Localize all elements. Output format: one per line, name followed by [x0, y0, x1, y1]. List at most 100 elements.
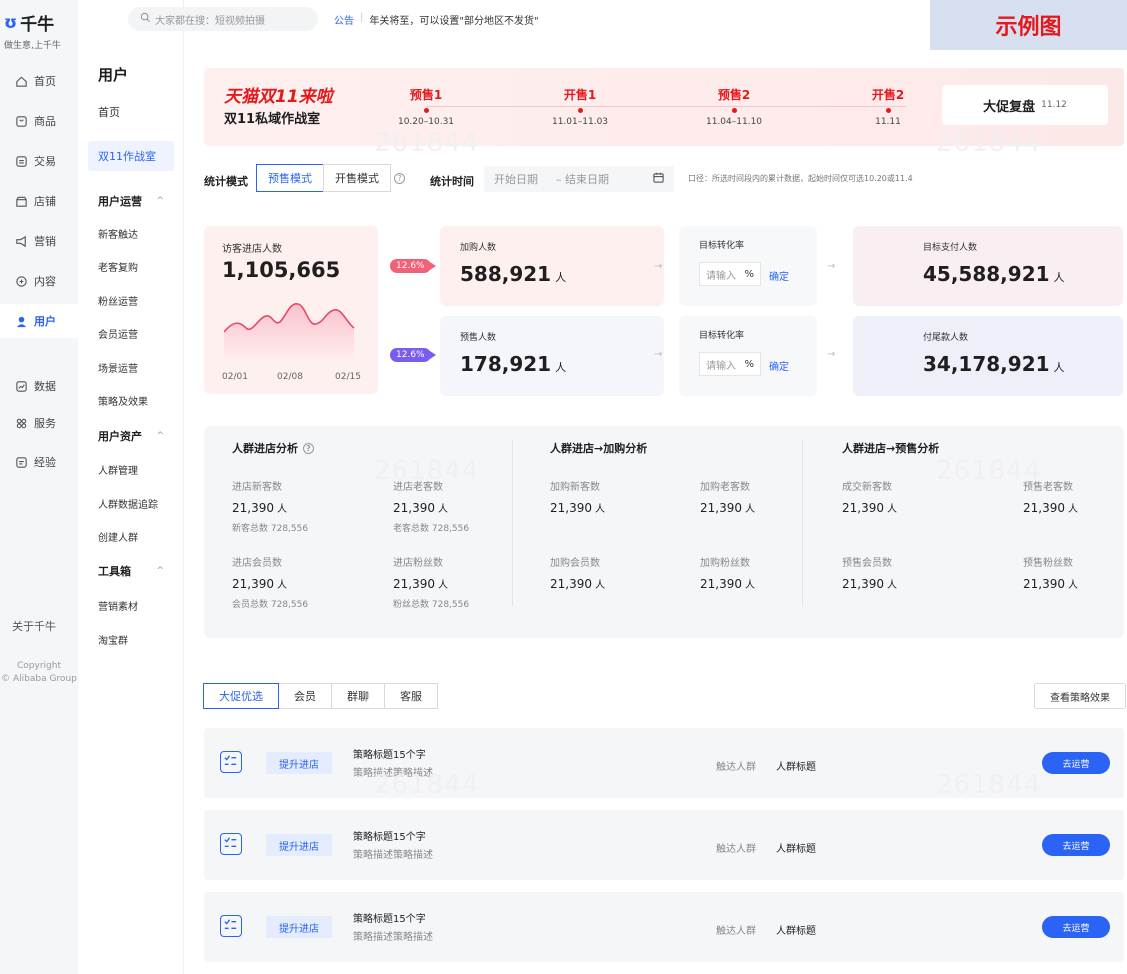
nav2-item-taobao-group[interactable]: 淘宝群	[88, 624, 174, 654]
stat-total: 会员总数 728,556	[232, 600, 309, 610]
help-icon[interactable]: ?	[303, 442, 314, 454]
unit: 人	[745, 580, 755, 591]
nav2-item-repurchase[interactable]: 老客复购	[88, 251, 174, 281]
search-icon	[140, 12, 151, 26]
nav2-group-label: 用户资产	[98, 430, 142, 443]
chevron-up-icon: ^	[156, 431, 164, 441]
tab-promo[interactable]: 大促优选	[203, 683, 279, 709]
stat-item: 加购老客数 21,390 人	[700, 478, 755, 515]
mode-presale[interactable]: 预售模式	[256, 164, 324, 192]
nav2-item-home[interactable]: 首页	[88, 97, 174, 127]
calendar-icon[interactable]	[653, 172, 664, 186]
rail-item-label: 营销	[34, 235, 56, 248]
brand-logo[interactable]: ʊ 千牛	[4, 10, 55, 36]
stat-value: 21,390	[232, 501, 274, 515]
reach-label: 触达人群	[716, 926, 756, 937]
presale-card: 预售人数 178,921 人	[440, 316, 664, 396]
conversion-label: 目标转化率	[699, 331, 745, 341]
mode-sale[interactable]: 开售模式	[323, 164, 391, 192]
stat-value: 21,390	[550, 577, 592, 591]
user-icon	[14, 314, 28, 328]
stat-value-line: 21,390 人	[232, 576, 308, 591]
final-payment-line: 34,178,921 人	[923, 352, 1065, 376]
phase-date: 11.11	[875, 117, 901, 127]
stat-item: 进店粉丝数 21,390 人 粉丝总数 728,556	[393, 554, 469, 610]
rail-item-home[interactable]: 首页	[0, 64, 78, 98]
operate-button[interactable]: 去运营	[1042, 916, 1110, 938]
checklist-icon	[220, 833, 242, 855]
flow-arrow-icon: →	[654, 261, 663, 272]
announcement[interactable]: 公告 | 年关将至，可以设置"部分地区不发货"	[334, 12, 539, 27]
nav2-item-crowd-create[interactable]: 创建人群	[88, 521, 174, 551]
confirm-button[interactable]: 确定	[769, 268, 789, 283]
nav2-group-user-assets[interactable]: 用户资产 ^	[88, 423, 174, 449]
conversion-rate-input[interactable]: 请输入 %	[699, 262, 761, 286]
rail-item-marketing[interactable]: 营销	[0, 224, 78, 258]
reach-value: 人群标题	[776, 762, 816, 773]
brand-name: 千牛	[20, 15, 55, 35]
rail-item-service[interactable]: 服务	[0, 406, 78, 440]
nav2-item-fans[interactable]: 粉丝运营	[88, 285, 174, 315]
nav2-item-materials[interactable]: 营销素材	[88, 590, 174, 620]
nav2-item-crowd-track[interactable]: 人群数据追踪	[88, 488, 174, 518]
divider	[512, 440, 513, 606]
tab-group-chat[interactable]: 群聊	[331, 683, 385, 709]
timeline-dot	[577, 108, 583, 113]
strategy-tabs: 大促优选 会员 群聊 客服	[203, 683, 438, 709]
nav2-group-user-ops[interactable]: 用户运营 ^	[88, 188, 174, 214]
unit: 人	[555, 271, 567, 284]
visitors-sparkline	[224, 303, 355, 364]
rail-item-trade[interactable]: 交易	[0, 144, 78, 178]
conversion-rate-input[interactable]: 请输入 %	[699, 352, 761, 376]
stat-value: 21,390	[232, 577, 274, 591]
about-link[interactable]: 关于千牛	[12, 618, 56, 634]
date-range-picker[interactable]: 开始日期 – 结束日期	[484, 166, 674, 192]
nav2-item-crowd-manage[interactable]: 人群管理	[88, 454, 174, 484]
nav2-group-toolbox[interactable]: 工具箱 ^	[88, 558, 174, 584]
stat-value: 21,390	[700, 501, 742, 515]
stat-item: 预售会员数 21,390 人	[842, 554, 897, 591]
visitors-card: 访客进店人数 1,105,665 02/01 02/08 02/15	[204, 226, 378, 394]
unit: 人	[595, 504, 605, 515]
cart-value-line: 588,921 人	[460, 262, 566, 286]
divider	[802, 440, 803, 606]
trade-icon	[14, 154, 28, 168]
visitors-value: 1,105,665	[222, 258, 341, 282]
nav2-item-strategy[interactable]: 策略及效果	[88, 385, 174, 415]
rail-item-store[interactable]: 店铺	[0, 184, 78, 218]
nav2-item-new-reach[interactable]: 新客触达	[88, 218, 174, 248]
nav2-item-scenes[interactable]: 场景运营	[88, 352, 174, 382]
review-title: 大促复盘	[983, 99, 1036, 115]
rail-item-goods[interactable]: 商品	[0, 104, 78, 138]
tab-customer-service[interactable]: 客服	[384, 683, 438, 709]
analysis-heading: 人群进店分析 ?	[232, 440, 314, 456]
confirm-button[interactable]: 确定	[769, 358, 789, 373]
rail-item-experience[interactable]: 经验	[0, 445, 78, 479]
search-input[interactable]: 大家都在搜：短视频拍摄	[128, 7, 318, 31]
view-strategy-effect-button[interactable]: 查看策略效果	[1034, 683, 1126, 709]
checklist-icon	[220, 751, 242, 773]
end-date-input[interactable]: – 结束日期	[556, 171, 609, 187]
campaign-review-button[interactable]: 大促复盘 11.12	[942, 85, 1108, 125]
nav2-item-members[interactable]: 会员运营	[88, 318, 174, 348]
primary-nav-rail: ʊ 千牛 做生意,上千牛 首页 商品 交易 店铺 营销 内容 用户 数据 服务 …	[0, 0, 78, 974]
start-date-input[interactable]: 开始日期	[494, 171, 538, 187]
rail-item-label: 店铺	[34, 195, 56, 208]
rail-item-data[interactable]: 数据	[0, 369, 78, 403]
help-icon[interactable]: ?	[394, 173, 405, 184]
reach-value: 人群标题	[776, 926, 816, 937]
rail-item-content[interactable]: 内容	[0, 264, 78, 298]
stat-item: 成交新客数 21,390 人	[842, 478, 897, 515]
rail-item-label: 数据	[34, 380, 56, 393]
operate-button[interactable]: 去运营	[1042, 752, 1110, 774]
arrow-right-icon	[430, 351, 436, 359]
rail-item-user[interactable]: 用户	[0, 304, 78, 338]
unit: 人	[438, 504, 448, 515]
cart-value: 588,921	[460, 262, 552, 286]
operate-button[interactable]: 去运营	[1042, 834, 1110, 856]
checklist-icon	[220, 915, 242, 937]
tab-member[interactable]: 会员	[278, 683, 332, 709]
stat-label: 进店粉丝数	[393, 558, 443, 569]
final-payment-card: 付尾款人数 34,178,921 人	[853, 316, 1123, 396]
nav2-item-campaign[interactable]: 双11作战室	[88, 141, 174, 171]
